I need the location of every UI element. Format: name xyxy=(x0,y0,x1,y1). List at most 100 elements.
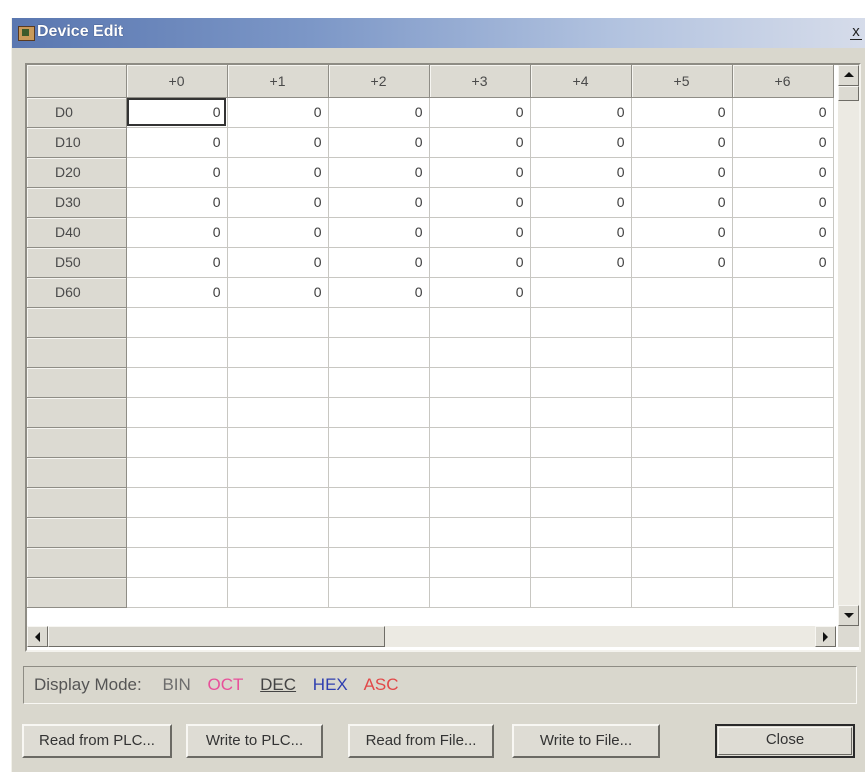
row-header[interactable] xyxy=(27,307,127,338)
title-bar[interactable]: Device Edit x xyxy=(12,18,865,48)
vertical-scrollbar[interactable] xyxy=(838,65,859,626)
device-value-cell[interactable]: 0 xyxy=(732,157,834,188)
device-value-cell[interactable] xyxy=(126,367,228,398)
row-header[interactable] xyxy=(27,337,127,368)
device-value-cell[interactable] xyxy=(227,547,329,578)
device-value-cell[interactable]: 0 xyxy=(429,127,531,158)
row-header[interactable] xyxy=(27,577,127,608)
device-value-cell[interactable]: 0 xyxy=(530,247,632,278)
device-value-cell[interactable]: 0 xyxy=(530,217,632,248)
row-header[interactable]: D30 xyxy=(27,187,127,218)
device-value-cell[interactable]: 0 xyxy=(328,187,430,218)
row-header[interactable]: D40 xyxy=(27,217,127,248)
row-header[interactable]: D0 xyxy=(27,97,127,128)
mode-asc-option[interactable]: ASC xyxy=(364,675,399,694)
device-value-cell[interactable]: 0 xyxy=(530,97,632,128)
device-value-cell[interactable] xyxy=(227,367,329,398)
row-header[interactable] xyxy=(27,517,127,548)
device-value-cell[interactable]: 0 xyxy=(732,217,834,248)
device-value-cell[interactable]: 0 xyxy=(530,187,632,218)
device-value-cell[interactable]: 0 xyxy=(328,127,430,158)
row-header[interactable]: D20 xyxy=(27,157,127,188)
device-value-cell[interactable]: 0 xyxy=(429,247,531,278)
mode-dec-option[interactable]: DEC xyxy=(260,675,296,694)
device-value-cell[interactable] xyxy=(328,547,430,578)
device-value-cell[interactable] xyxy=(732,397,834,428)
device-value-cell[interactable]: 0 xyxy=(328,247,430,278)
device-value-cell[interactable] xyxy=(530,517,632,548)
write-to-plc-button[interactable]: Write to PLC... xyxy=(186,724,323,758)
device-value-cell[interactable] xyxy=(631,487,733,518)
device-value-cell[interactable] xyxy=(732,457,834,488)
row-header[interactable] xyxy=(27,397,127,428)
device-value-cell[interactable]: 0 xyxy=(732,247,834,278)
row-header[interactable]: D10 xyxy=(27,127,127,158)
device-value-cell[interactable]: 0 xyxy=(126,217,228,248)
column-header[interactable]: +2 xyxy=(328,65,430,98)
device-value-cell[interactable]: 0 xyxy=(227,247,329,278)
scroll-right-button[interactable] xyxy=(815,626,836,647)
device-value-cell[interactable]: 0 xyxy=(429,217,531,248)
device-value-cell[interactable] xyxy=(429,547,531,578)
device-value-cell[interactable] xyxy=(732,517,834,548)
device-value-cell[interactable] xyxy=(530,307,632,338)
device-value-cell[interactable] xyxy=(530,577,632,608)
horizontal-scrollbar[interactable] xyxy=(27,626,836,647)
device-value-cell[interactable]: 0 xyxy=(429,277,531,308)
device-value-cell[interactable] xyxy=(328,397,430,428)
device-value-cell[interactable]: 0 xyxy=(227,97,329,128)
device-value-cell[interactable]: 0 xyxy=(227,157,329,188)
device-value-cell[interactable] xyxy=(631,397,733,428)
vertical-scroll-thumb[interactable] xyxy=(838,86,859,101)
row-header[interactable] xyxy=(27,457,127,488)
row-header[interactable] xyxy=(27,487,127,518)
device-value-cell[interactable] xyxy=(631,337,733,368)
device-value-cell[interactable]: 0 xyxy=(631,127,733,158)
device-value-cell[interactable] xyxy=(429,457,531,488)
device-value-cell[interactable] xyxy=(126,337,228,368)
device-value-cell[interactable] xyxy=(227,577,329,608)
device-value-cell[interactable] xyxy=(732,547,834,578)
device-value-cell[interactable] xyxy=(530,337,632,368)
device-value-cell[interactable] xyxy=(429,367,531,398)
close-icon[interactable]: x xyxy=(848,24,864,40)
device-value-cell[interactable]: 0 xyxy=(126,187,228,218)
device-value-cell[interactable] xyxy=(429,307,531,338)
device-value-cell[interactable] xyxy=(631,547,733,578)
device-value-cell[interactable] xyxy=(227,337,329,368)
device-value-cell[interactable]: 0 xyxy=(328,217,430,248)
column-header[interactable]: +5 xyxy=(631,65,733,98)
device-value-cell[interactable] xyxy=(429,577,531,608)
device-value-cell[interactable]: 0 xyxy=(227,217,329,248)
device-value-cell[interactable] xyxy=(126,397,228,428)
device-value-cell[interactable] xyxy=(732,337,834,368)
device-value-cell[interactable] xyxy=(328,367,430,398)
device-value-cell[interactable] xyxy=(732,307,834,338)
device-value-cell[interactable] xyxy=(530,367,632,398)
device-value-cell[interactable]: 0 xyxy=(631,187,733,218)
device-value-cell[interactable] xyxy=(530,397,632,428)
column-header[interactable]: +1 xyxy=(227,65,329,98)
device-value-cell[interactable]: 0 xyxy=(126,157,228,188)
read-from-plc-button[interactable]: Read from PLC... xyxy=(22,724,172,758)
device-value-cell[interactable]: 0 xyxy=(631,217,733,248)
device-value-cell[interactable]: 0 xyxy=(732,187,834,218)
row-header[interactable]: D60 xyxy=(27,277,127,308)
device-value-cell[interactable]: 0 xyxy=(732,127,834,158)
device-value-cell[interactable]: 0 xyxy=(631,157,733,188)
device-value-cell[interactable] xyxy=(126,427,228,458)
write-to-file-button[interactable]: Write to File... xyxy=(512,724,660,758)
device-value-cell[interactable] xyxy=(328,457,430,488)
device-value-cell[interactable]: 0 xyxy=(530,127,632,158)
scroll-up-button[interactable] xyxy=(838,65,859,86)
device-value-cell[interactable] xyxy=(328,517,430,548)
device-value-cell[interactable] xyxy=(328,307,430,338)
mode-oct-option[interactable]: OCT xyxy=(208,675,244,694)
device-value-cell[interactable]: 0 xyxy=(530,157,632,188)
device-value-cell[interactable] xyxy=(227,397,329,428)
device-value-cell[interactable]: 0 xyxy=(429,187,531,218)
horizontal-scroll-thumb[interactable] xyxy=(48,626,385,647)
device-value-cell[interactable]: 0 xyxy=(126,127,228,158)
device-value-cell[interactable]: 0 xyxy=(429,97,531,128)
device-value-cell[interactable] xyxy=(530,547,632,578)
